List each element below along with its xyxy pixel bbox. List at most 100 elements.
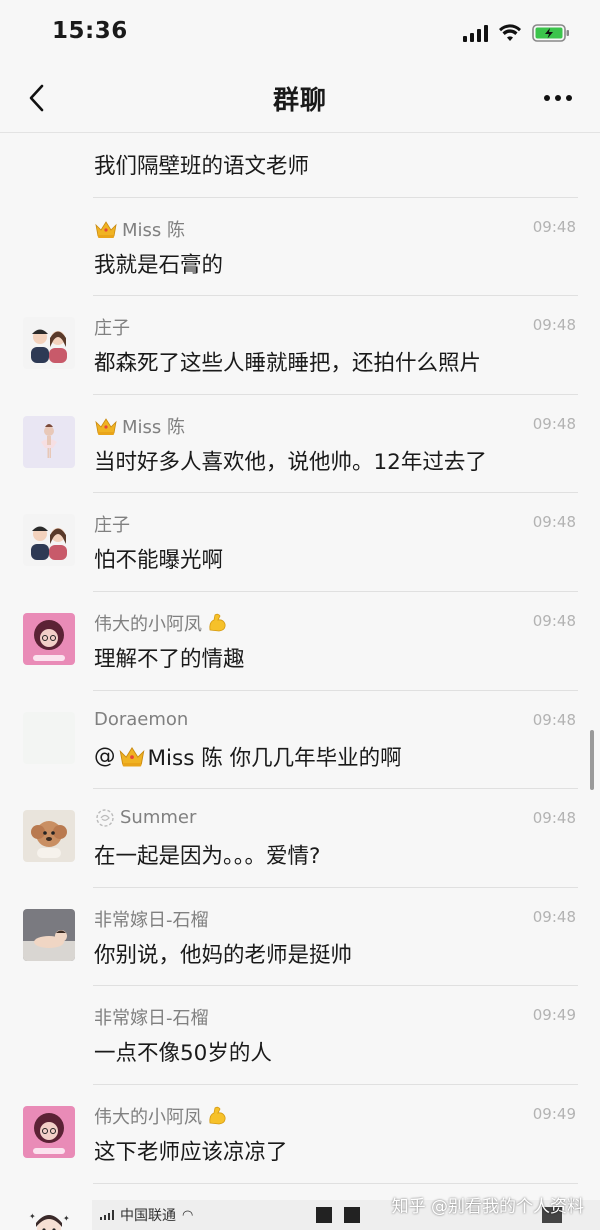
message-content: 理解不了的情趣 [94, 642, 245, 673]
avatar[interactable] [23, 317, 75, 370]
crown-icon [119, 747, 144, 767]
sender-label: 庄子 [94, 318, 130, 340]
nav-bar: 群聊 [0, 66, 600, 133]
avatar[interactable] [23, 810, 75, 863]
message-row[interactable]: Miss 陈 09:48 我就是石膏的 [0, 198, 600, 297]
message-row[interactable]: Summer 09:48 在一起是因为。。。爱情? [0, 789, 600, 888]
avatar[interactable] [23, 908, 75, 961]
message-text: 理解不了的情趣 [94, 646, 245, 672]
svg-text:✦: ✦ [29, 1212, 36, 1221]
sender-name: 非常嫁日-石榴 [94, 1004, 209, 1030]
message-time: 09:48 [532, 809, 576, 828]
mention-prefix: @ [94, 743, 116, 769]
sender-name: Summer [94, 807, 196, 828]
sender-name: 非常嫁日-石榴 [94, 906, 209, 932]
sender-label: Doraemon [94, 708, 189, 730]
sender-label: 伟大的小阿凤 [94, 1106, 202, 1128]
dot-icon [566, 95, 572, 101]
message-content: 在一起是因为。。。爱情? [94, 839, 320, 870]
message-row[interactable]: 我们隔壁班的语文老师 [0, 133, 600, 198]
message-row[interactable]: Miss 陈 09:48 当时好多人喜欢他，说他帅。12年过去了 [0, 395, 600, 494]
message-text: 你几几年毕业的啊 [222, 745, 402, 771]
mini-wifi-icon: ◠ [182, 1207, 194, 1223]
message-time: 09:49 [532, 1006, 576, 1025]
sender-label: 伟大的小阿凤 [94, 613, 202, 635]
message-content: 你别说，他妈的老师是挺帅 [94, 938, 352, 969]
avatar[interactable] [23, 415, 75, 468]
message-time: 09:48 [532, 217, 576, 236]
message-content: @ Miss 陈 你几几年毕业的啊 [94, 741, 402, 772]
sender-label: 非常嫁日-石榴 [94, 1008, 209, 1030]
message-time: 09:48 [532, 710, 576, 729]
message-text: 在一起是因为。。。爱情? [94, 844, 321, 870]
overlay-square-icon [316, 1207, 332, 1223]
battery-icon [532, 23, 570, 43]
page-title: 群聊 [272, 86, 327, 116]
sender-label: Miss 陈 [122, 416, 186, 438]
avatar[interactable] [23, 612, 75, 665]
message-row[interactable]: 庄子 09:48 都森死了这些人睡就睡把，还拍什么照片 [0, 296, 600, 395]
status-time: 15:36 [52, 18, 128, 44]
sender-name: Miss 陈 [94, 216, 185, 242]
svg-text:✦: ✦ [63, 1214, 70, 1223]
message-row[interactable]: 非常嫁日-石榴 09:48 你别说，他妈的老师是挺帅 [0, 888, 600, 987]
overlay-square-icon [344, 1207, 360, 1223]
message-text: 我们隔壁班的语文老师 [94, 154, 310, 179]
status-icons [463, 22, 570, 44]
message-list-inner: 我们隔壁班的语文老师 Miss 陈 09:48 我就是石膏的庄子 09:48 都森死了这些… [0, 133, 600, 1230]
dot-icon [544, 95, 550, 101]
flexed-biceps-icon [209, 613, 226, 632]
message-content: 一点不像50岁的人 [94, 1036, 272, 1067]
message-row[interactable]: 伟大的小阿凤 09:48 理解不了的情趣 [0, 592, 600, 691]
avatar[interactable] [23, 514, 75, 567]
crown-icon [95, 418, 117, 435]
overlay-carrier-label: 中国联通 [120, 1208, 176, 1224]
message-content: 我们隔壁班的语文老师 [94, 149, 309, 180]
message-text: 当时好多人喜欢他，说他帅。12年过去了 [94, 449, 487, 475]
mention-name[interactable]: Miss 陈 [148, 741, 223, 772]
sender-name: 伟大的小阿凤 [94, 610, 228, 636]
crown-icon [95, 220, 117, 238]
dot-icon [555, 95, 561, 101]
message-content: 都森死了这些人睡就睡把，还拍什么照片 [94, 346, 481, 377]
message-text: 这下老师应该凉凉了 [94, 1139, 288, 1165]
flexed-biceps-icon [209, 1106, 226, 1125]
message-time: 09:49 [532, 1104, 576, 1123]
scroll-indicator[interactable] [590, 730, 594, 790]
message-text: 都森死了这些人睡就睡把，还拍什么照片 [94, 351, 482, 377]
signal-icon [463, 24, 488, 42]
sender-label: Miss 陈 [122, 219, 186, 241]
mini-signal-icon [100, 1210, 114, 1220]
message-content: 当时好多人喜欢他，说他帅。12年过去了 [94, 445, 487, 476]
message-content: 怕不能曝光啊 [94, 543, 223, 574]
message-time: 09:48 [532, 513, 576, 532]
message-content: 这下老师应该凉凉了 [94, 1135, 288, 1166]
message-time: 09:48 [532, 611, 576, 630]
sender-label: 庄子 [94, 515, 130, 537]
avatar[interactable]: ✦ ✦ [23, 1204, 75, 1230]
message-row[interactable]: 庄子 09:48 怕不能曝光啊 [0, 493, 600, 592]
sender-label: Summer [120, 807, 197, 829]
message-text: 一点不像50岁的人 [94, 1041, 272, 1067]
avatar[interactable] [23, 1105, 75, 1158]
message-time: 09:48 [532, 414, 576, 433]
message-row[interactable]: 非常嫁日-石榴 09:49 一点不像50岁的人 [0, 986, 600, 1085]
message-text: 你别说，他妈的老师是挺帅 [94, 942, 353, 968]
message-list[interactable]: 我们隔壁班的语文老师 Miss 陈 09:48 我就是石膏的庄子 09:48 都森死了这些… [0, 133, 600, 1230]
message-text: 怕不能曝光啊 [94, 548, 224, 574]
message-text: 我就是石膏的 [94, 252, 224, 278]
wifi-icon [498, 24, 522, 42]
avatar[interactable] [23, 711, 75, 764]
watermark: 知乎 @别看我的个人资料 [391, 1197, 584, 1217]
status-bar: 15:36 [0, 0, 600, 66]
more-options-button[interactable] [538, 90, 578, 106]
sender-name: Miss 陈 [94, 413, 185, 439]
sender-label: 非常嫁日-石榴 [94, 909, 209, 931]
sender-name: 庄子 [94, 314, 130, 340]
sender-name: 庄子 [94, 511, 130, 537]
message-row[interactable]: 伟大的小阿凤 09:49 这下老师应该凉凉了 [0, 1085, 600, 1184]
message-row[interactable]: Doraemon 09:48 @ Miss 陈 你几几年毕业的啊 [0, 691, 600, 790]
message-time: 09:48 [532, 907, 576, 926]
message-time: 09:48 [532, 316, 576, 335]
message-content: 我就是石膏的 [94, 248, 223, 279]
